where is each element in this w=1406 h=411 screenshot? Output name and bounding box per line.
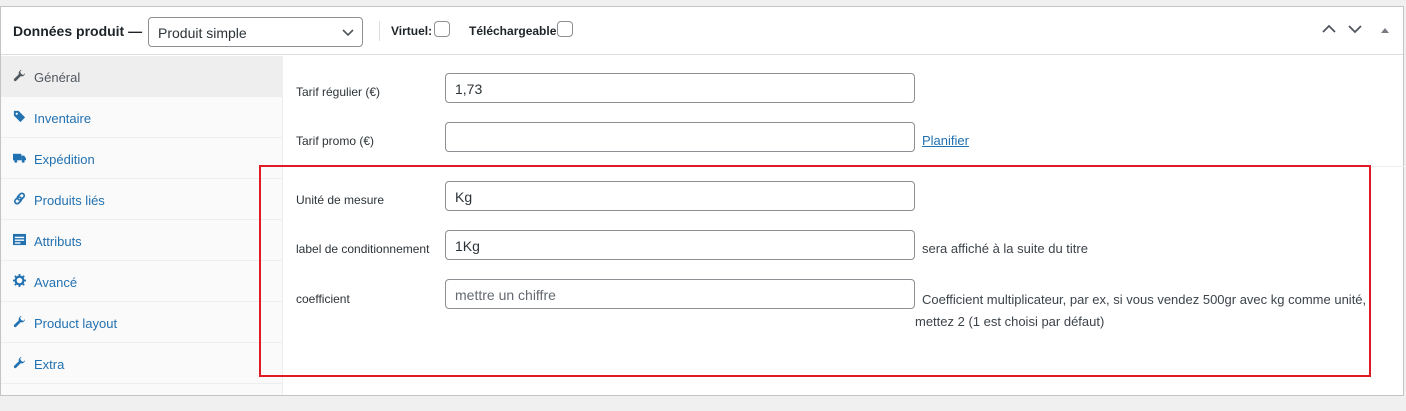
wrench-icon — [13, 315, 26, 328]
panel-header: Données produit — Produit simple Virtuel… — [1, 7, 1403, 55]
chevron-down-icon[interactable] — [1347, 23, 1363, 35]
tab-label: Produits liés — [34, 193, 105, 208]
regular-price-value: 1,73 — [455, 81, 483, 97]
virtual-label: Virtuel: — [391, 24, 433, 38]
tab-advanced[interactable]: Avancé — [1, 261, 282, 302]
gear-icon — [13, 274, 26, 287]
divider — [379, 21, 380, 41]
product-type-select[interactable]: Produit simple — [148, 17, 363, 47]
product-data-tabs: Général Inventaire Expédition Produits l… — [1, 56, 283, 395]
toggle-panel-icon[interactable] — [1380, 26, 1390, 34]
chevron-down-icon — [342, 29, 354, 37]
tab-label: Général — [34, 70, 81, 85]
tab-label: Attributs — [34, 234, 82, 249]
schedule-link[interactable]: Planifier — [922, 133, 969, 148]
truck-icon — [13, 153, 26, 163]
regular-price-label: Tarif régulier (€) — [296, 85, 381, 99]
tab-label: Product layout — [34, 316, 118, 331]
tag-icon — [13, 110, 26, 123]
sale-price-label: Tarif promo (€) — [296, 134, 375, 148]
tab-shipping[interactable]: Expédition — [1, 138, 282, 179]
tab-general[interactable]: Général — [1, 56, 282, 97]
tab-product-layout[interactable]: Product layout — [1, 302, 282, 343]
list-icon — [13, 233, 26, 246]
chevron-up-icon[interactable] — [1321, 23, 1337, 35]
downloadable-checkbox[interactable] — [557, 21, 573, 37]
link-icon — [13, 192, 26, 205]
product-type-value: Produit simple — [158, 25, 247, 41]
wrench-icon — [13, 69, 26, 82]
tab-label: Inventaire — [34, 111, 92, 126]
tab-label: Expédition — [34, 152, 95, 167]
tab-label: Extra — [34, 357, 65, 372]
tab-inventory[interactable]: Inventaire — [1, 97, 282, 138]
highlight-annotation-box — [259, 165, 1371, 377]
downloadable-label: Téléchargeable: — [469, 24, 561, 38]
virtual-checkbox[interactable] — [434, 21, 450, 37]
tab-extra[interactable]: Extra — [1, 343, 282, 384]
regular-price-input[interactable]: 1,73 — [445, 73, 915, 103]
wrench-icon — [13, 356, 26, 369]
sale-price-input[interactable] — [445, 122, 915, 152]
tab-attributes[interactable]: Attributs — [1, 220, 282, 261]
tab-label: Avancé — [34, 275, 78, 290]
tab-linked-products[interactable]: Produits liés — [1, 179, 282, 220]
panel-title: Données produit — — [13, 23, 143, 39]
